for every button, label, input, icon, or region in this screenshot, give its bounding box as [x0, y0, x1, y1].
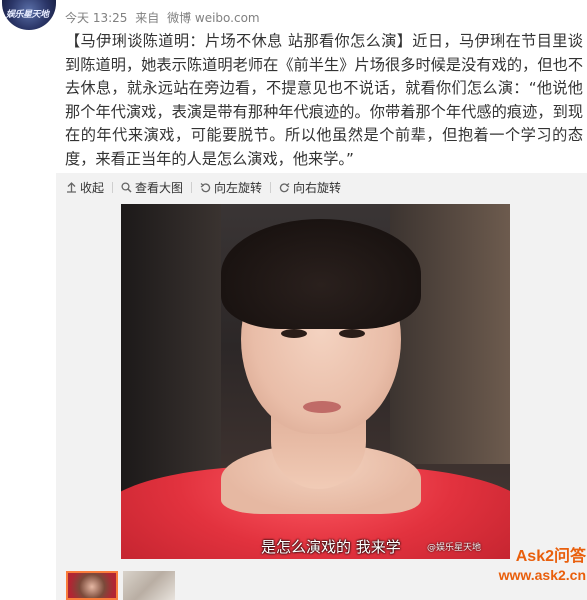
post-meta: 今天 13:25 来自 微博 weibo.com — [65, 9, 264, 26]
thumbnail-strip — [66, 571, 180, 600]
photo-subtitle: 是怎么演戏的 我来学 — [261, 538, 401, 556]
post-source-prefix: 来自 — [135, 11, 160, 25]
media-toolbar: 收起 查看大图 向左旋转 向右旋转 — [66, 179, 341, 195]
post-source-link[interactable]: 微博 weibo.com — [167, 11, 260, 25]
site-watermark: Ask2问答 www.ask2.cn — [476, 548, 586, 584]
view-large-button[interactable]: 查看大图 — [121, 179, 183, 196]
rotate-right-label: 向右旋转 — [293, 180, 342, 195]
photo-eye — [339, 329, 365, 338]
toolbar-divider — [191, 181, 193, 193]
post-photo[interactable]: 是怎么演戏的 我来学 @娱乐星天地 — [121, 204, 510, 559]
photo-hair — [221, 219, 421, 329]
rotate-left-icon — [200, 182, 211, 192]
rotate-left-button[interactable]: 向左旋转 — [200, 179, 262, 196]
photo-watermark: @娱乐星天地 — [427, 543, 482, 553]
collapse-arrow-icon — [67, 181, 76, 193]
weibo-post: 娱乐星天地 今天 13:25 来自 微博 weibo.com 【马伊琍谈陈道明：… — [0, 0, 587, 600]
site-watermark-url: www.ask2.cn — [498, 567, 586, 583]
photo-background — [390, 204, 510, 464]
collapse-button[interactable]: 收起 — [66, 179, 104, 196]
magnifier-icon — [121, 181, 132, 193]
rotate-right-icon — [279, 182, 290, 192]
toolbar-divider — [270, 181, 272, 193]
avatar-text: 娱乐星天地 — [6, 10, 49, 20]
rotate-left-label: 向左旋转 — [214, 180, 263, 195]
rotate-right-button[interactable]: 向右旋转 — [279, 179, 341, 196]
post-timestamp[interactable]: 今天 13:25 — [65, 11, 127, 25]
photo-lips — [303, 401, 341, 413]
avatar[interactable]: 娱乐星天地 — [2, 0, 56, 30]
photo-eye — [281, 329, 307, 338]
media-panel: 收起 查看大图 向左旋转 向右旋转 是怎么演戏的 我来学 @娱乐星天地 — [56, 173, 587, 600]
thumbnail-2[interactable] — [123, 571, 175, 600]
toolbar-divider — [112, 181, 114, 193]
view-large-label: 查看大图 — [135, 180, 184, 195]
thumbnail-1[interactable] — [66, 571, 118, 600]
collapse-label: 收起 — [80, 180, 105, 195]
post-text: 【马伊琍谈陈道明：片场不休息 站那看你怎么演】近日，马伊琍在节目里谈到陈道明，她… — [65, 32, 583, 168]
site-watermark-name: Ask2问答 — [515, 548, 586, 565]
